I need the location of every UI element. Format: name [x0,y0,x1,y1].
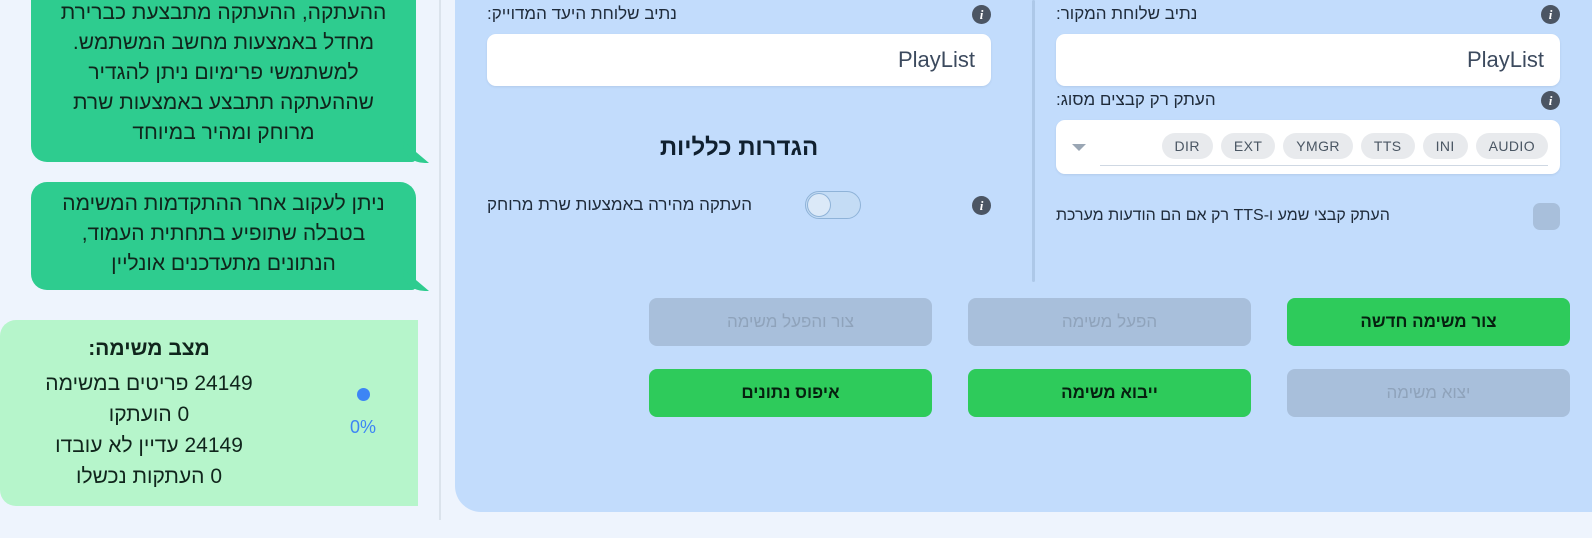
task-progress-indicator: 0% [308,388,418,438]
sidebar-divider [439,0,441,520]
source-path-label: נתיב שלוחת המקור: [1056,4,1198,23]
progress-percent-label: 0% [350,417,377,437]
system-messages-checkbox-row: העתק קבצי שמע ו-TTS רק אם הם הודעות מערכ… [1038,196,1578,236]
task-action-buttons: צור משימה חדשה הפעל משימה צור והפעל משימ… [474,298,1570,417]
filetype-chip[interactable]: DIR [1161,132,1213,159]
task-settings-panel: i נתיב שלוחת המקור: i העתק רק קבצים מסוג… [455,0,1592,512]
filetype-chip[interactable]: YMGR [1283,132,1353,159]
chat-bubble-text: ההעתקה, ההעתקה מתבצעת כברירת מחדל באמצעו… [60,1,387,144]
status-line-copied: 0 הועתקו [108,403,190,426]
source-path-input[interactable] [1056,34,1560,86]
settings-columns-divider [1032,0,1035,282]
target-path-label-row: i נתיב שלוחת היעד המדוייק: [469,0,1009,28]
export-task-button[interactable]: יצוא משימה [1287,369,1570,417]
filetype-chip[interactable]: EXT [1220,132,1276,159]
chat-bubble-progress-info: ניתן לעקוב אחר ההתקדמות המשימה בטבלה שתו… [31,182,416,290]
progress-dot-icon [356,388,370,401]
run-task-button[interactable]: הפעל משימה [968,298,1251,346]
system-messages-checkbox-label: העתק קבצי שמע ו-TTS רק אם הם הודעות מערכ… [1056,207,1390,224]
status-line-total: 24149 פריטים במשימה [45,372,253,395]
create-new-task-button[interactable]: צור משימה חדשה [1287,298,1570,346]
filetype-label-row: i העתק רק קבצים מסוג: [1038,86,1578,114]
remote-copy-toggle[interactable] [804,191,861,219]
create-and-run-button[interactable]: צור והפעל משימה [649,298,932,346]
toggle-knob [806,193,831,217]
left-sidebar: ההעתקה, ההעתקה מתבצעת כברירת מחדל באמצעו… [0,0,420,538]
filetype-chip-list: AUDIO INI TTS YMGR EXT DIR [1100,128,1548,166]
target-path-label: נתיב שלוחת היעד המדוייק: [487,4,677,23]
filetype-filter-label: העתק רק קבצים מסוג: [1056,90,1216,109]
remote-copy-toggle-row: i העתקה מהירה באמצעות שרת מרוחק [469,188,1009,222]
reset-data-button[interactable]: איפוס נתונים [649,369,932,417]
filetype-chip[interactable]: INI [1422,132,1468,159]
chat-bubble-text: ניתן לעקוב אחר ההתקדמות המשימה בטבלה שתו… [62,192,385,275]
task-status-title: מצב משימה: [88,337,210,360]
general-settings-heading: הגדרות כלליות [659,134,819,161]
source-settings-column: i נתיב שלוחת המקור: i העתק רק קבצים מסוג… [1038,0,1578,236]
target-settings-column: i נתיב שלוחת היעד המדוייק: הגדרות כלליות… [469,0,1009,222]
task-status-text: מצב משימה: 24149 פריטים במשימה 0 הועתקו … [0,334,308,492]
info-icon[interactable]: i [1541,4,1560,24]
remote-copy-toggle-label: העתקה מהירה באמצעות שרת מרוחק [487,195,752,214]
filetype-multiselect[interactable]: AUDIO INI TTS YMGR EXT DIR [1056,120,1560,174]
info-icon[interactable]: i [972,4,991,24]
info-icon[interactable]: i [972,195,991,215]
import-task-button[interactable]: ייבוא משימה [968,369,1251,417]
source-path-label-row: i נתיב שלוחת המקור: [1038,0,1578,28]
target-path-input[interactable] [487,34,991,86]
system-messages-checkbox[interactable] [1533,202,1560,230]
filetype-chip[interactable]: TTS [1360,132,1415,159]
status-line-failed: 0 העתקות נכשלו [75,465,222,488]
filetype-chip[interactable]: AUDIO [1475,132,1548,159]
task-status-card: מצב משימה: 24149 פריטים במשימה 0 הועתקו … [0,320,418,506]
info-icon[interactable]: i [1541,90,1560,110]
chat-bubble-copy-info: ההעתקה, ההעתקה מתבצעת כברירת מחדל באמצעו… [31,0,416,162]
chevron-down-icon[interactable] [1072,143,1086,151]
status-line-pending: 24149 עדיין לא עובדו [55,434,243,457]
